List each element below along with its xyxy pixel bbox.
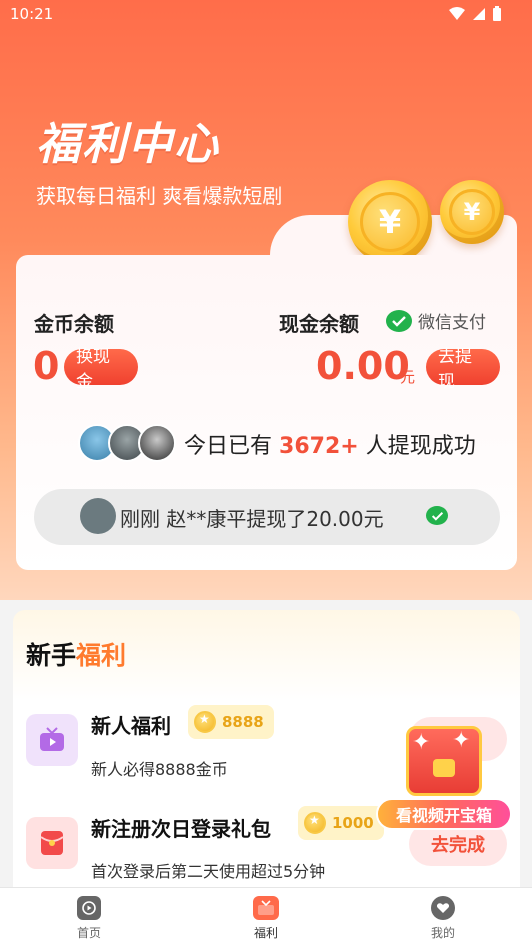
nav-label: 福利 (253, 926, 278, 940)
page-subtitle: 获取每日福利 爽看爆款短剧 (36, 184, 283, 208)
cash-balance-label: 现金余额 (279, 312, 359, 336)
cash-balance-value: 0.00 (316, 344, 410, 388)
nav-item-home[interactable]: 首页 (44, 888, 134, 947)
coin-icon (194, 711, 216, 733)
wifi-icon (449, 7, 465, 20)
sparkle-icon: ✦ (412, 730, 431, 755)
nav-item-mine[interactable]: 我的 (398, 888, 488, 947)
reward-badge: 1000 (298, 806, 384, 840)
page-title: 福利中心 (36, 119, 220, 170)
newbie-section-title: 新手福利 (26, 641, 127, 670)
nav-label: 首页 (76, 926, 101, 940)
withdraw-success-text: 今日已有 3672+ 人提现成功 (184, 428, 476, 460)
coin-large-icon: ¥ (348, 180, 432, 264)
coin-small-icon: ¥ (440, 180, 504, 244)
wechat-icon (426, 506, 448, 525)
task-title: 新注册次日登录礼包 (91, 817, 271, 841)
avatar-group (78, 424, 176, 462)
sparkle-icon: ✦ (452, 728, 471, 753)
heart-icon (431, 896, 455, 920)
wechat-icon (386, 309, 412, 332)
tv-icon (26, 714, 78, 766)
coin-icon (304, 812, 326, 834)
play-icon (77, 896, 101, 920)
wechat-pay-label: 微信支付 (418, 313, 486, 333)
success-count: 3672+ (279, 434, 359, 459)
treasure-chest-widget[interactable]: ✦ ✦ 看视频开宝箱 (376, 726, 516, 832)
cash-unit: 元 (400, 368, 416, 386)
treasure-label: 看视频开宝箱 (376, 798, 512, 830)
ticker-text: 刚刚 赵**康平提现了20.00元 (120, 507, 384, 531)
battery-icon (493, 6, 501, 21)
red-envelope-icon (26, 817, 78, 869)
task-desc: 首次登录后第二天使用超过5分钟 (91, 862, 326, 881)
nav-item-welfare[interactable]: 福利 (221, 888, 311, 947)
avatar (80, 498, 116, 534)
signal-icon (473, 8, 485, 20)
avatar (138, 424, 176, 462)
withdraw-ticker: 刚刚 赵**康平提现了20.00元 (34, 489, 500, 545)
withdraw-button[interactable]: 去提现 (426, 347, 500, 392)
coin-balance-value: 0 (33, 344, 60, 388)
task-title: 新人福利 (91, 714, 171, 738)
exchange-cash-button[interactable]: 换现金 (64, 347, 138, 392)
status-bar: 10:21 (0, 0, 532, 30)
success-prefix: 今日已有 (184, 434, 273, 459)
bottom-nav: 首页 福利 我的 (0, 887, 532, 947)
nav-label: 我的 (430, 926, 455, 940)
status-icons (448, 6, 502, 22)
reward-badge: 8888 (188, 705, 274, 739)
success-suffix: 人提现成功 (365, 434, 476, 459)
wechat-pay: 微信支付 (386, 308, 486, 333)
coin-balance-label: 金币余额 (34, 312, 114, 336)
task-desc: 新人必得8888金币 (91, 760, 228, 779)
gift-icon (253, 896, 279, 920)
status-time: 10:21 (10, 5, 54, 23)
